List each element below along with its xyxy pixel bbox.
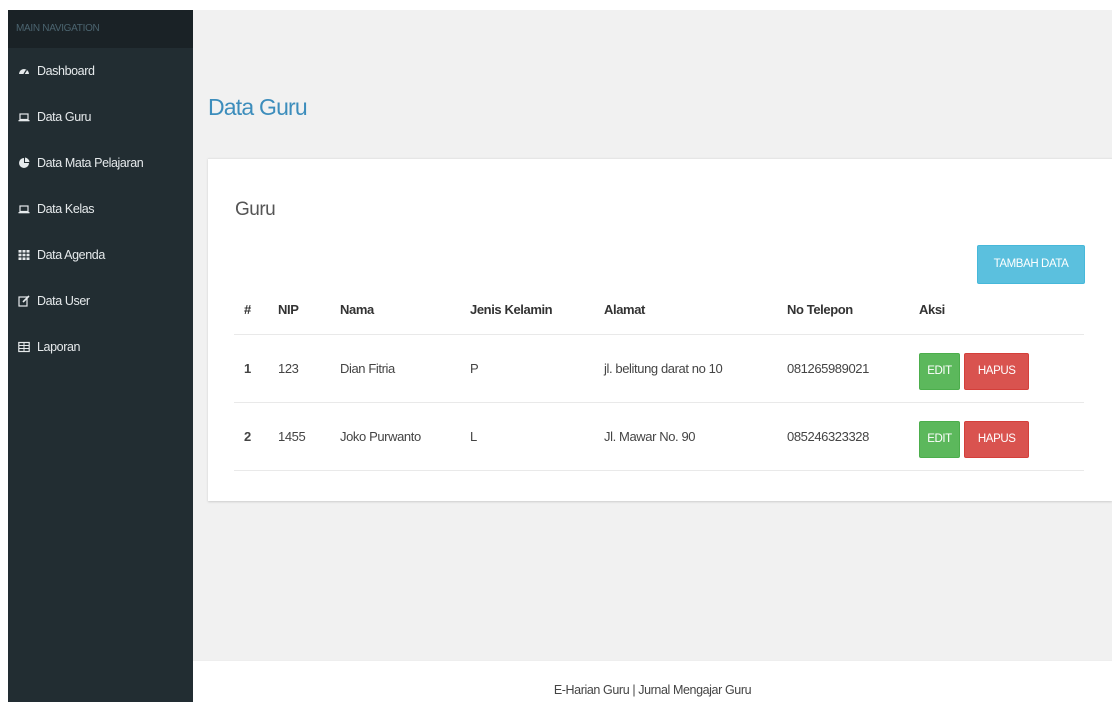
sidebar-item-label: Data Guru xyxy=(37,110,92,124)
jenis-kelamin-cell: P xyxy=(460,334,594,403)
telepon-cell: 085246323328 xyxy=(777,402,909,471)
add-data-button[interactable]: TAMBAH DATA xyxy=(977,245,1085,284)
sidebar-item-data-user[interactable]: Data User xyxy=(8,278,193,324)
sidebar-item-laporan[interactable]: Laporan xyxy=(8,324,193,370)
edit-icon xyxy=(18,295,30,307)
column-header-nip: NIP xyxy=(278,301,299,317)
aksi-cell: EDIT HAPUS xyxy=(909,334,1084,403)
delete-button[interactable]: HAPUS xyxy=(964,353,1030,390)
alamat-cell: jl. belitung darat no 10 xyxy=(594,334,777,403)
nama-cell: Joko Purwanto xyxy=(330,402,460,471)
column-header-aksi: Aksi xyxy=(919,301,945,317)
sidebar-item-dashboard[interactable]: Dashboard xyxy=(8,48,193,94)
sidebar-header: MAIN NAVIGATION xyxy=(8,10,193,48)
laptop-icon xyxy=(18,203,30,215)
delete-button[interactable]: HAPUS xyxy=(964,421,1030,458)
footer: E-Harian Guru | Jurnal Mengajar Guru xyxy=(193,660,1112,703)
column-header-nama: Nama xyxy=(340,301,374,317)
sidebar-item-data-guru[interactable]: Data Guru xyxy=(8,94,193,140)
row-number: 1 xyxy=(234,334,268,403)
sidebar-item-label: Laporan xyxy=(37,340,81,354)
table-icon xyxy=(18,341,30,353)
sidebar-item-data-agenda[interactable]: Data Agenda xyxy=(8,232,193,278)
sidebar-item-label: Data Kelas xyxy=(37,202,95,216)
box-title: Guru xyxy=(235,199,276,220)
column-header-number: # xyxy=(244,301,251,317)
th-icon xyxy=(18,249,30,261)
telepon-cell: 081265989021 xyxy=(777,334,909,403)
sidebar: MAIN NAVIGATION Dashboard Data Guru Data… xyxy=(8,10,193,702)
alamat-cell: Jl. Mawar No. 90 xyxy=(594,402,777,471)
sidebar-item-label: Dashboard xyxy=(37,64,95,78)
guru-box: Guru TAMBAH DATA # NIP Nama Jenis Kelami… xyxy=(208,158,1112,501)
guru-table: # NIP Nama Jenis Kelamin Alamat No Telep… xyxy=(234,284,1084,471)
edit-button[interactable]: EDIT xyxy=(919,421,960,458)
nip-cell: 1455 xyxy=(268,402,330,471)
edit-button[interactable]: EDIT xyxy=(919,353,960,390)
table-header-row: # NIP Nama Jenis Kelamin Alamat No Telep… xyxy=(234,284,1084,335)
column-header-no-telepon: No Telepon xyxy=(787,301,853,317)
nama-cell: Dian Fitria xyxy=(330,334,460,403)
footer-text: E-Harian Guru | Jurnal Mengajar Guru xyxy=(553,683,752,697)
sidebar-item-label: Data Agenda xyxy=(37,248,105,262)
row-number: 2 xyxy=(234,402,268,471)
page-title: Data Guru xyxy=(208,94,308,120)
dashboard-icon xyxy=(18,65,30,77)
column-header-jenis-kelamin: Jenis Kelamin xyxy=(470,301,553,317)
sidebar-item-label: Data Mata Pelajaran xyxy=(37,156,144,170)
table-row: 2 1455 Joko Purwanto L Jl. Mawar No. 90 … xyxy=(234,402,1084,471)
sidebar-item-label: Data User xyxy=(37,294,90,308)
nip-cell: 123 xyxy=(268,334,330,403)
column-header-alamat: Alamat xyxy=(604,301,645,317)
jenis-kelamin-cell: L xyxy=(460,402,594,471)
pie-chart-icon xyxy=(18,157,30,169)
sidebar-item-data-mata-pelajaran[interactable]: Data Mata Pelajaran xyxy=(8,140,193,186)
sidebar-item-data-kelas[interactable]: Data Kelas xyxy=(8,186,193,232)
table-row: 1 123 Dian Fitria P jl. belitung darat n… xyxy=(234,334,1084,403)
laptop-icon xyxy=(18,111,30,123)
aksi-cell: EDIT HAPUS xyxy=(909,402,1084,471)
main-content: Data Guru Guru TAMBAH DATA # NIP Nama Je… xyxy=(193,10,1112,660)
